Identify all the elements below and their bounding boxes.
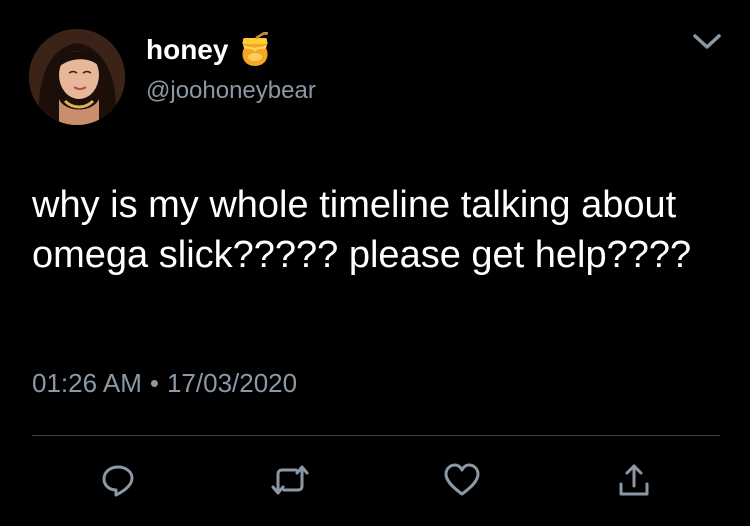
tweet-time: 01:26 AM <box>32 368 142 398</box>
tweet-text: why is my whole timeline talking about o… <box>32 184 692 276</box>
honey-pot-icon <box>236 30 274 68</box>
share-button[interactable] <box>612 458 656 502</box>
display-name[interactable]: honey <box>146 33 228 67</box>
tweet-timestamp[interactable]: 01:26 AM • 17/03/2020 <box>32 366 297 400</box>
avatar-image <box>29 29 125 125</box>
heart-icon <box>444 463 480 496</box>
reply-icon <box>102 465 134 497</box>
like-button[interactable] <box>440 458 484 502</box>
avatar[interactable] <box>29 29 125 125</box>
tweet-date: 17/03/2020 <box>166 368 298 398</box>
share-icon <box>619 464 649 496</box>
action-bar <box>0 458 750 502</box>
author-handle[interactable]: @joohoneybear <box>146 76 316 106</box>
author-row: honey <box>146 30 274 68</box>
chevron-down-icon[interactable] <box>690 30 724 54</box>
retweet-icon <box>271 465 309 495</box>
divider <box>32 435 720 436</box>
tweet: honey @joohoneybear why is my whole time… <box>0 0 750 526</box>
reply-button[interactable] <box>96 458 140 502</box>
meta-separator: • <box>149 368 159 398</box>
retweet-button[interactable] <box>268 458 312 502</box>
